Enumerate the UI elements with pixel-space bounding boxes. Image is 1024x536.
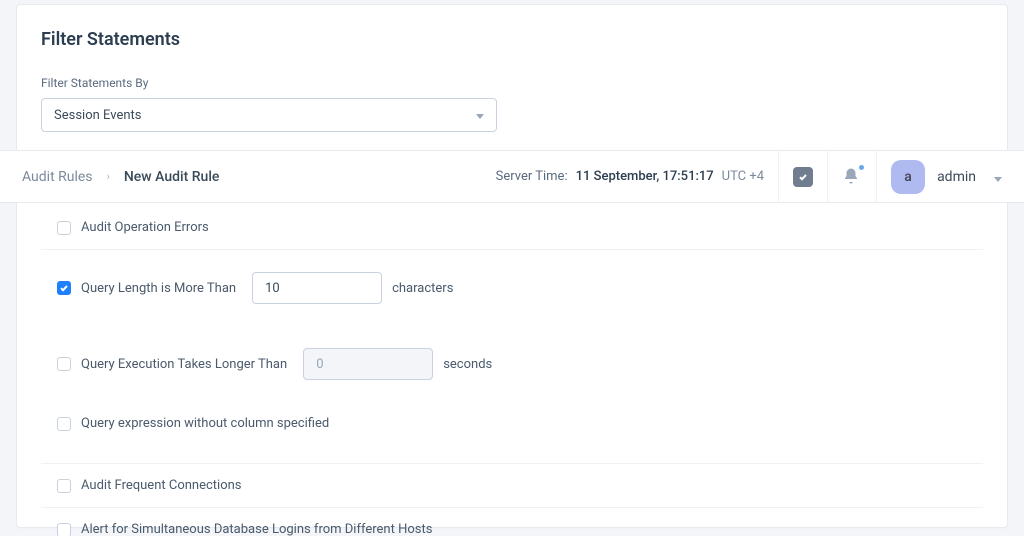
breadcrumb-current: New Audit Rule — [124, 169, 220, 185]
filter-by-value: Session Events — [54, 108, 141, 123]
server-time-tz: UTC +4 — [722, 169, 764, 184]
checkbox-simultaneous-logins[interactable] — [57, 523, 71, 536]
checkbox-no-column[interactable] — [57, 417, 71, 431]
checkbox-query-length[interactable] — [57, 281, 71, 295]
separator — [876, 150, 877, 203]
option-label: Query expression without column specifie… — [81, 416, 329, 431]
check-icon — [798, 172, 808, 182]
filter-by-label: Filter Statements By — [41, 76, 983, 90]
option-label: Query Execution Takes Longer Than — [81, 357, 287, 372]
panel-title: Filter Statements — [41, 29, 983, 50]
option-freq-connections: Audit Frequent Connections — [41, 463, 983, 507]
avatar: a — [891, 160, 925, 194]
option-label: Query Length is More Than — [81, 281, 236, 296]
breadcrumb-root[interactable]: Audit Rules — [22, 169, 93, 185]
option-label: Audit Frequent Connections — [81, 478, 242, 493]
chevron-right-icon: › — [107, 170, 110, 183]
topbar-right: Server Time: 11 September, 17:51:17 UTC … — [496, 150, 1002, 203]
checkbox-query-exec-time[interactable] — [57, 357, 71, 371]
server-time-value: 11 September, 17:51:17 — [576, 169, 714, 184]
input-placeholder: 0 — [316, 357, 323, 372]
suffix-characters: characters — [392, 281, 453, 296]
notifications-button[interactable] — [842, 167, 862, 187]
query-exec-input[interactable]: 0 — [303, 348, 433, 380]
filter-by-select[interactable]: Session Events — [41, 98, 497, 132]
option-query-exec-time: Query Execution Takes Longer Than 0 seco… — [41, 326, 983, 402]
rule-options: Audit Operation Errors Query Length is M… — [41, 214, 983, 536]
avatar-initial: a — [904, 169, 912, 185]
tasks-icon[interactable] — [793, 167, 813, 187]
server-time: Server Time: 11 September, 17:51:17 UTC … — [496, 169, 764, 184]
option-simultaneous-logins: Alert for Simultaneous Database Logins f… — [41, 507, 983, 536]
separator — [827, 150, 828, 203]
server-time-label: Server Time: — [496, 169, 568, 184]
chevron-down-icon — [476, 108, 484, 123]
bell-icon — [842, 167, 860, 185]
user-menu[interactable]: a admin — [891, 160, 1002, 194]
option-query-length: Query Length is More Than 10 characters — [41, 249, 983, 326]
option-no-column: Query expression without column specifie… — [41, 402, 983, 445]
option-label: Alert for Simultaneous Database Logins f… — [81, 522, 432, 536]
separator — [778, 150, 779, 203]
chevron-down-icon — [994, 167, 1002, 186]
user-name: admin — [937, 169, 976, 185]
checkbox-freq-connections[interactable] — [57, 479, 71, 493]
input-value: 10 — [265, 281, 280, 296]
filter-statements-panel: Filter Statements Filter Statements By S… — [16, 4, 1008, 528]
top-bar: Audit Rules › New Audit Rule Server Time… — [0, 150, 1024, 203]
suffix-seconds: seconds — [443, 357, 492, 372]
breadcrumb: Audit Rules › New Audit Rule — [22, 169, 219, 185]
option-label: Audit Operation Errors — [81, 220, 209, 235]
query-length-input[interactable]: 10 — [252, 272, 382, 304]
checkbox-audit-operation-errors[interactable] — [57, 221, 71, 235]
check-icon — [59, 283, 69, 293]
notification-dot-icon — [859, 165, 864, 170]
option-audit-operation-errors: Audit Operation Errors — [41, 214, 983, 249]
